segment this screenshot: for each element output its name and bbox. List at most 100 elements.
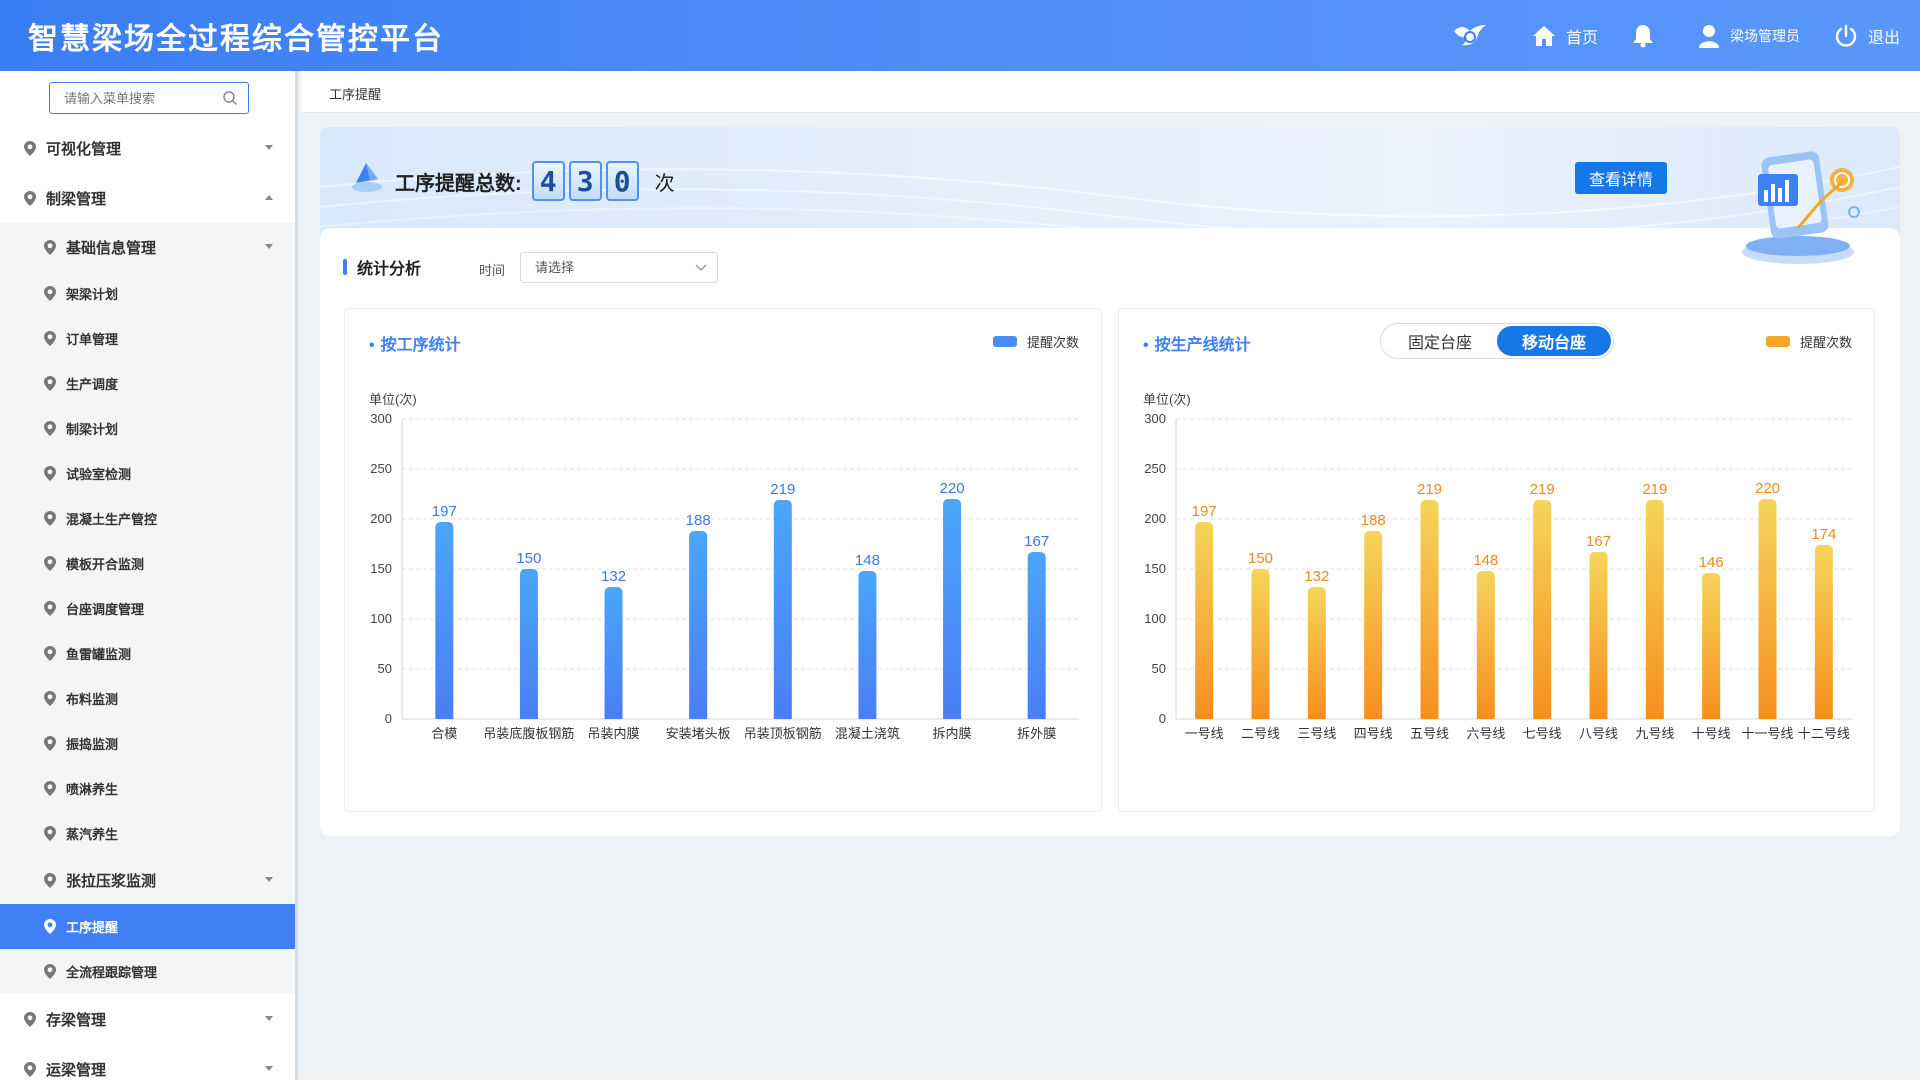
bar-base	[1645, 714, 1664, 719]
toggle-fixed-pedestal[interactable]: 固定台座	[1383, 326, 1497, 356]
bar[interactable]	[604, 587, 623, 719]
bar-base	[858, 714, 877, 719]
bar[interactable]	[1195, 522, 1214, 719]
sidebar-item[interactable]: 鱼雷罐监测	[0, 631, 295, 676]
location-pin-icon	[44, 646, 56, 661]
sidebar-item[interactable]: 生产调度	[0, 361, 295, 406]
y-axis-unit-label: 单位(次)	[1143, 392, 1191, 407]
sidebar-item[interactable]: 布料监测	[0, 676, 295, 721]
sidebar-item-label: 蒸汽养生	[66, 827, 119, 842]
bar[interactable]	[435, 522, 454, 719]
bar-value-label: 219	[770, 481, 795, 498]
sidebar-item[interactable]: 模板开合监测	[0, 541, 295, 586]
bar[interactable]	[1702, 573, 1721, 719]
bar[interactable]	[1814, 545, 1833, 719]
sidebar-item-label: 制梁管理	[46, 190, 107, 208]
bar-value-label: 219	[1417, 481, 1442, 498]
process-chart-panel: 按工序统计 提醒次数 单位(次) 0 50 100 150 200 250 300 197 合模 1…	[344, 308, 1102, 812]
toggle-mobile-pedestal[interactable]: 移动台座	[1497, 326, 1611, 356]
sidebar-item[interactable]: 张拉压浆监测	[0, 856, 295, 904]
sidebar-item-label: 全流程跟踪管理	[66, 965, 158, 980]
digit: 0	[605, 161, 639, 201]
time-filter-select[interactable]: 请选择	[520, 252, 718, 283]
y-tick-label: 200	[1144, 511, 1166, 526]
menu-search[interactable]	[49, 82, 249, 114]
y-tick-label: 100	[1144, 611, 1166, 626]
bar[interactable]	[1758, 499, 1777, 719]
legend-label: 提醒次数	[1026, 335, 1079, 350]
sidebar-item[interactable]: 制梁管理	[0, 173, 295, 223]
sidebar-item[interactable]: 可视化管理	[0, 123, 295, 173]
bar-value-label: 197	[1192, 503, 1217, 520]
breadcrumb-bar: 工序提醒	[301, 71, 1920, 113]
sidebar-item[interactable]: 振捣监测	[0, 721, 295, 766]
y-axis-unit-label: 单位(次)	[369, 392, 417, 407]
bar[interactable]	[1364, 531, 1383, 719]
bar[interactable]	[943, 499, 962, 719]
bar[interactable]	[1476, 571, 1495, 719]
legend-label: 提醒次数	[1799, 335, 1852, 350]
sidebar-item[interactable]: 架梁计划	[0, 271, 295, 316]
bell-icon	[1632, 24, 1653, 47]
bar[interactable]	[773, 500, 792, 719]
time-filter-label: 时间	[479, 263, 506, 278]
view-details-button[interactable]: 查看详情	[1575, 162, 1667, 194]
sidebar-item[interactable]: 试验室检测	[0, 451, 295, 496]
sidebar-item[interactable]: 订单管理	[0, 316, 295, 361]
sidebar-item-label: 存梁管理	[46, 1011, 107, 1029]
user-name: 梁场管理员	[1729, 27, 1800, 44]
logout-button[interactable]: 退出	[1834, 24, 1900, 48]
reminder-total-digits: 4 3 0	[531, 161, 643, 201]
sidebar-item[interactable]: 基础信息管理	[0, 223, 295, 271]
line-chart-title: 按生产线统计	[1143, 331, 1251, 355]
sidebar-item[interactable]: 混凝土生产管控	[0, 496, 295, 541]
legend-swatch	[1765, 336, 1790, 347]
sidebar-item[interactable]: 台座调度管理	[0, 586, 295, 631]
bar[interactable]	[1027, 552, 1046, 719]
sidebar: 可视化管理制梁管理基础信息管理架梁计划订单管理生产调度制梁计划试验室检测混凝土生…	[0, 71, 298, 1080]
bar[interactable]	[1533, 500, 1552, 719]
bar-value-label: 188	[1361, 512, 1386, 529]
bar[interactable]	[1589, 552, 1608, 719]
location-pin-icon	[44, 601, 56, 616]
location-pin-icon	[44, 331, 56, 346]
top-header: 智慧梁场全过程综合管控平台 首页 梁场管理员 退出	[0, 0, 1920, 71]
bar[interactable]	[1307, 587, 1326, 719]
bar[interactable]	[1645, 500, 1664, 719]
process-bar-chart: 单位(次) 0 50 100 150 200 250 300 197 合模 150 吊装底腹板钢筋 13…	[369, 392, 1079, 741]
bar-value-label: 174	[1811, 526, 1836, 543]
notification-button[interactable]	[1632, 24, 1664, 48]
sidebar-item[interactable]: 喷淋养生	[0, 766, 295, 811]
chevron-down-icon	[265, 1016, 273, 1021]
time-filter-value: 请选择	[535, 260, 575, 275]
sidebar-item[interactable]: 制梁计划	[0, 406, 295, 451]
chevron-down-icon	[265, 244, 273, 249]
bar[interactable]	[689, 531, 708, 719]
bar[interactable]	[1420, 500, 1439, 719]
bar-value-label: 220	[940, 480, 965, 497]
logo-button[interactable]	[1452, 21, 1498, 51]
bar-value-label: 150	[1248, 550, 1273, 567]
home-button[interactable]: 首页	[1532, 24, 1598, 48]
sidebar-item[interactable]: 存梁管理	[0, 994, 295, 1044]
chevron-up-icon	[265, 195, 273, 200]
sidebar-item[interactable]: 工序提醒	[0, 904, 295, 949]
bar-base	[1195, 714, 1214, 719]
menu-search-input[interactable]	[64, 90, 214, 106]
bar[interactable]	[519, 569, 538, 719]
sidebar-item-label: 订单管理	[66, 332, 119, 347]
sidebar-item[interactable]: 蒸汽养生	[0, 811, 295, 856]
sidebar-item[interactable]: 全流程跟踪管理	[0, 949, 295, 994]
app-title: 智慧梁场全过程综合管控平台	[28, 22, 444, 56]
user-menu[interactable]: 梁场管理员	[1698, 24, 1800, 48]
bar-base	[1251, 714, 1270, 719]
bar[interactable]	[858, 571, 877, 719]
location-pin-icon	[24, 140, 36, 156]
bar[interactable]	[1251, 569, 1270, 719]
bar-base	[1420, 714, 1439, 719]
power-icon	[1835, 24, 1857, 47]
x-tick-label: 十一号线	[1741, 726, 1793, 741]
sidebar-item[interactable]: 运梁管理	[0, 1044, 295, 1080]
breadcrumb[interactable]: 工序提醒	[329, 84, 381, 103]
user-icon	[1698, 24, 1719, 48]
